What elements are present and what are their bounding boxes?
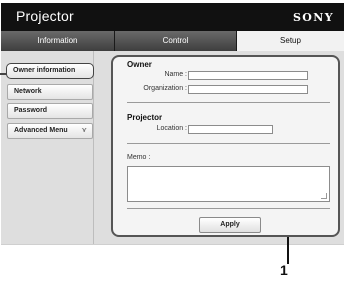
tab-control[interactable]: Control (115, 31, 237, 51)
tab-setup[interactable]: Setup (237, 31, 344, 51)
sidebar-item-password[interactable]: Password (7, 103, 93, 119)
owner-section-title: Owner (127, 60, 152, 69)
name-label: Name : (164, 71, 187, 78)
sidebar-item-label: Advanced Menu (14, 127, 68, 134)
app-header: Projector SONY (1, 3, 344, 31)
section-divider (127, 102, 330, 103)
organization-label: Organization : (143, 85, 187, 92)
sidebar-item-label: Owner information (13, 67, 76, 74)
sidebar-item-label: Password (14, 107, 48, 114)
tab-bar: Information Control Setup (1, 31, 344, 51)
callout-line (287, 237, 289, 264)
tab-information[interactable]: Information (1, 31, 115, 51)
app-title: Projector (16, 8, 74, 24)
section-divider (127, 208, 330, 209)
organization-input[interactable] (188, 85, 308, 94)
sidebar-divider (93, 51, 94, 244)
resize-grip-icon[interactable] (321, 193, 327, 199)
owner-information-panel: Owner Name : Organization : Projector Lo… (111, 55, 340, 237)
memo-label: Memo : (127, 154, 151, 161)
callout-number: 1 (280, 262, 288, 278)
double-chevron-down-icon: ⋎ (81, 127, 87, 134)
brand-logo: SONY (292, 11, 334, 24)
apply-button[interactable]: Apply (199, 217, 261, 233)
name-input[interactable] (188, 71, 308, 80)
sidebar-item-owner-information[interactable]: Owner information (6, 63, 94, 79)
projector-section-title: Projector (127, 113, 163, 122)
location-label: Location : (156, 125, 187, 132)
sidebar-item-network[interactable]: Network (7, 84, 93, 100)
sidebar-item-label: Network (14, 88, 42, 95)
memo-textarea[interactable] (127, 166, 330, 202)
browser-page: Projector SONY Information Control Setup… (0, 0, 345, 285)
location-input[interactable] (188, 125, 273, 134)
section-divider (127, 143, 330, 144)
sidebar-item-advanced-menu[interactable]: Advanced Menu ⋎ (7, 123, 93, 139)
